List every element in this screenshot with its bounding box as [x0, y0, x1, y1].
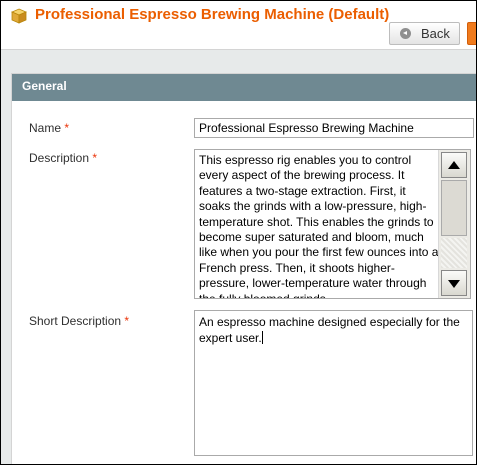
scroll-up-button[interactable] — [441, 152, 467, 178]
description-scrollbar[interactable] — [438, 150, 470, 298]
section-title: General — [12, 74, 476, 101]
product-box-icon — [11, 8, 27, 24]
name-label-text: Name — [29, 121, 62, 135]
required-mark: * — [124, 314, 130, 328]
required-mark: * — [64, 121, 70, 135]
short-description-label: Short Description * — [29, 314, 129, 328]
product-edit-window: Professional Espresso Brewing Machine (D… — [0, 0, 477, 465]
arrow-up-icon — [448, 161, 460, 169]
action-button[interactable] — [467, 22, 476, 45]
short-description-text: An espresso machine designed especially … — [199, 315, 460, 345]
required-mark: * — [92, 151, 98, 165]
back-button[interactable]: Back — [389, 22, 460, 45]
arrow-down-icon — [448, 280, 460, 288]
name-label: Name * — [29, 121, 69, 135]
description-label-text: Description — [29, 151, 90, 165]
scroll-down-button[interactable] — [441, 270, 467, 296]
short-description-label-text: Short Description — [29, 314, 122, 328]
description-text: This espresso rig enables you to control… — [199, 153, 439, 299]
description-label: Description * — [29, 151, 97, 165]
name-input[interactable]: Professional Espresso Brewing Machine — [194, 118, 474, 138]
page-title: Professional Espresso Brewing Machine (D… — [35, 6, 390, 23]
scroll-track[interactable] — [441, 238, 467, 268]
short-description-textarea[interactable]: An espresso machine designed especially … — [194, 310, 473, 456]
back-button-label: Back — [421, 26, 450, 41]
text-caret — [261, 331, 263, 344]
scroll-thumb[interactable] — [441, 180, 467, 236]
arrow-left-icon — [400, 28, 411, 39]
short-description-content: An espresso machine designed especially … — [199, 314, 464, 346]
description-textarea[interactable]: This espresso rig enables you to control… — [194, 149, 471, 299]
